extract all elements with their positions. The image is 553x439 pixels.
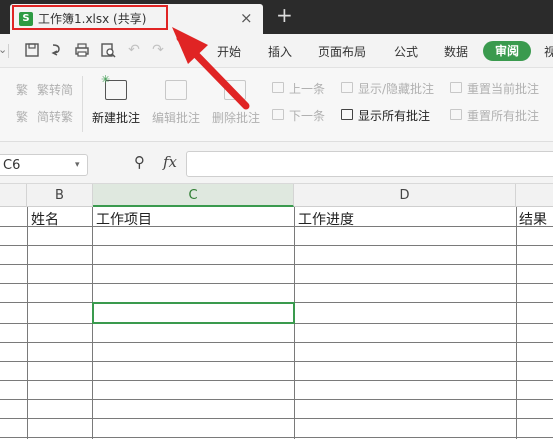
column-header-d[interactable]: D <box>294 184 516 207</box>
formula-bar: C6 ▾ ⚲ fx <box>0 142 553 184</box>
title-bar: S 工作簿1.xlsx (共享) × + <box>0 0 553 34</box>
column-header-c[interactable]: C <box>93 184 294 207</box>
header-cell-result[interactable]: 结果 <box>519 209 547 229</box>
row-line <box>0 226 553 227</box>
column-line <box>516 207 517 439</box>
row-line <box>0 342 553 343</box>
menu-bar: ⌄ ↶ ↷ 开始 插入 页面布局 公式 数据 审阅 视 <box>0 34 553 68</box>
print-icon[interactable] <box>74 42 90 58</box>
reset-current-comment-button[interactable]: 重置当前批注 <box>467 80 539 97</box>
delete-comment-button[interactable]: 删除批注 <box>212 109 260 126</box>
edit-comment-icon <box>165 80 187 100</box>
review-ribbon: 繁 繁转简 繁 简转繁 ✳ 新建批注 编辑批注 删除批注 上一条 下一条 显示/… <box>0 68 553 142</box>
show-all-comments-icon <box>341 109 353 120</box>
previous-comment-button[interactable]: 上一条 <box>289 80 325 97</box>
tab-highlight-box <box>12 5 168 30</box>
column-header-b[interactable]: B <box>27 184 93 207</box>
zoom-icon[interactable]: ⚲ <box>134 153 145 171</box>
new-comment-button[interactable]: 新建批注 <box>92 109 140 126</box>
divider <box>82 76 83 132</box>
convert-simplified-icon: 繁 <box>16 110 29 124</box>
function-icon[interactable]: fx <box>163 153 177 171</box>
edit-comment-button[interactable]: 编辑批注 <box>152 109 200 126</box>
menu-formulas[interactable]: 公式 <box>394 43 418 60</box>
delete-comment-icon <box>224 80 246 100</box>
header-cell-project[interactable]: 工作项目 <box>96 209 152 229</box>
column-line <box>27 207 28 439</box>
row-line <box>0 380 553 381</box>
row-line <box>0 399 553 400</box>
cell-grid[interactable]: 姓名 工作项目 工作进度 结果 <box>0 207 553 439</box>
convert-traditional-icon: 繁 <box>16 83 29 97</box>
spreadsheet-window: S 工作簿1.xlsx (共享) × + ⌄ ↶ ↷ 开始 插入 页面布局 公式… <box>0 0 553 439</box>
menu-page-layout[interactable]: 页面布局 <box>318 43 366 60</box>
name-box[interactable]: C6 ▾ <box>0 154 88 176</box>
previous-comment-icon <box>272 82 284 93</box>
row-line <box>0 245 553 246</box>
divider <box>8 44 9 58</box>
selected-cell[interactable] <box>92 302 295 324</box>
row-line <box>0 361 553 362</box>
reset-current-comment-icon <box>450 82 462 93</box>
next-comment-button[interactable]: 下一条 <box>289 107 325 124</box>
save-icon[interactable] <box>24 42 40 58</box>
show-hide-comment-icon <box>341 82 353 93</box>
header-cell-name[interactable]: 姓名 <box>31 209 59 229</box>
menu-home[interactable]: 开始 <box>217 43 241 60</box>
column-header-row: B C D <box>0 184 553 207</box>
new-tab-button[interactable]: + <box>276 3 293 27</box>
undo-icon[interactable]: ↶ <box>126 42 142 58</box>
header-cell-progress[interactable]: 工作进度 <box>298 209 354 229</box>
export-icon[interactable] <box>49 42 65 58</box>
traditional-to-simplified-button[interactable]: 繁转简 <box>37 81 73 98</box>
next-comment-icon <box>272 109 284 120</box>
menu-view[interactable]: 视 <box>544 43 553 60</box>
redo-icon[interactable]: ↷ <box>150 42 166 58</box>
menu-insert[interactable]: 插入 <box>268 43 292 60</box>
reset-all-comments-button[interactable]: 重置所有批注 <box>467 107 539 124</box>
print-preview-icon[interactable] <box>100 42 116 58</box>
row-line <box>0 418 553 419</box>
formula-input[interactable] <box>186 151 553 177</box>
cell-reference: C6 <box>3 158 21 173</box>
chevron-down-icon[interactable]: ▾ <box>75 160 80 170</box>
show-all-comments-button[interactable]: 显示所有批注 <box>358 107 430 124</box>
close-tab-icon[interactable]: × <box>240 9 253 27</box>
row-line <box>0 437 553 438</box>
simplified-to-traditional-button[interactable]: 简转繁 <box>37 108 73 125</box>
reset-all-comments-icon <box>450 109 462 120</box>
sparkle-icon: ✳ <box>101 73 111 86</box>
row-line <box>0 283 553 284</box>
show-hide-comment-button[interactable]: 显示/隐藏批注 <box>358 80 434 97</box>
menu-review[interactable]: 审阅 <box>483 41 531 61</box>
column-header-a[interactable] <box>0 184 27 207</box>
row-line <box>0 264 553 265</box>
column-header-e[interactable] <box>516 184 553 207</box>
chevron-down-icon[interactable]: ⌄ <box>0 43 7 56</box>
menu-data[interactable]: 数据 <box>444 43 468 60</box>
